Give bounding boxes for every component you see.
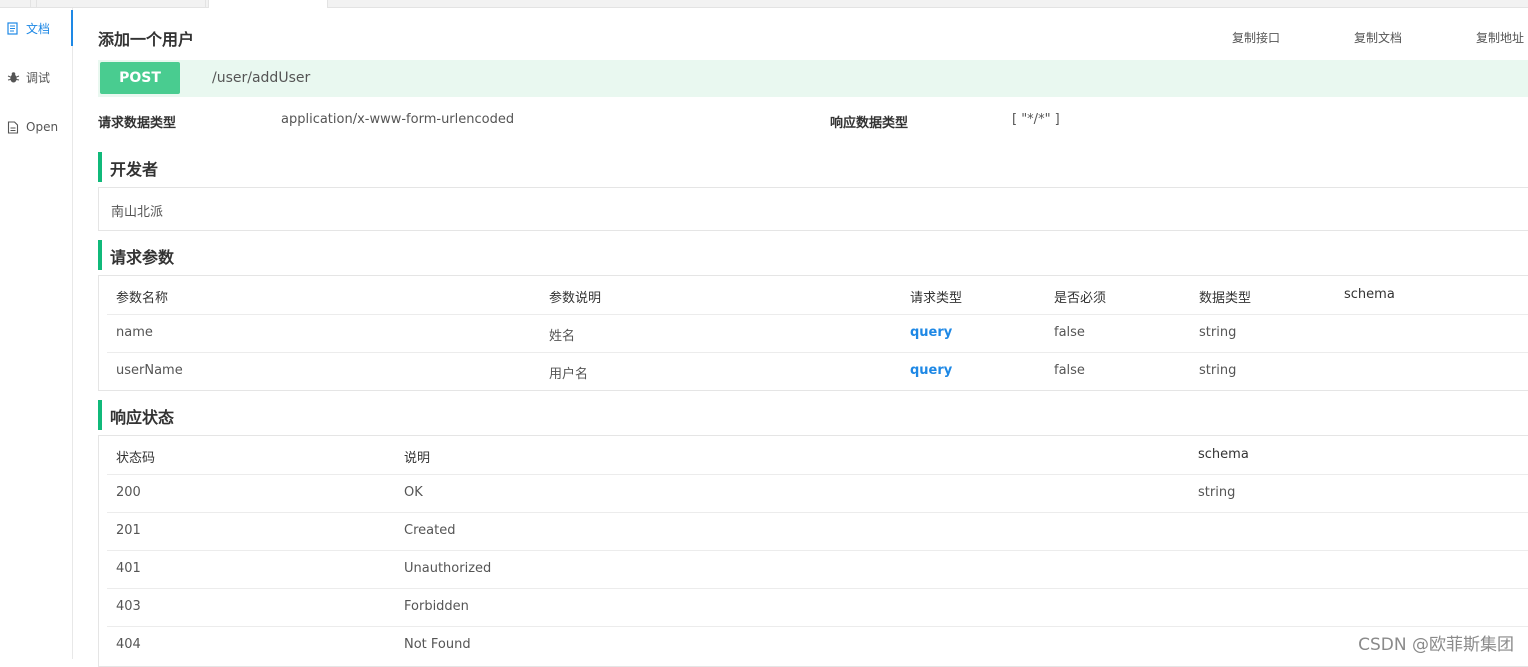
response-type-label: 响应数据类型 xyxy=(830,116,909,131)
section-response-status: 响应状态 xyxy=(98,400,174,430)
params-table: 参数名称 参数说明 请求类型 是否必须 数据类型 schema name 姓名 … xyxy=(98,275,1528,391)
table-header-cell: 参数说明 xyxy=(549,291,602,306)
sidebar-item-debug[interactable]: 调试 xyxy=(0,59,72,95)
table-row: 404 Not Found xyxy=(107,626,1528,664)
sidebar: 文档 调试 Open xyxy=(0,8,73,659)
watermark: CSDN @欧菲斯集团 xyxy=(1358,635,1514,655)
bug-icon xyxy=(6,70,20,84)
section-developer: 开发者 xyxy=(98,152,158,182)
sidebar-item-label: Open xyxy=(26,120,59,134)
tab-stub[interactable] xyxy=(0,0,31,7)
table-row: userName 用户名 query false string xyxy=(107,352,1528,390)
endpoint-path: /user/addUser xyxy=(212,70,311,86)
sidebar-item-docs[interactable]: 文档 xyxy=(0,10,73,46)
table-cell: name xyxy=(116,325,153,340)
table-header-cell: 参数名称 xyxy=(116,291,169,306)
top-tab-strip xyxy=(0,0,1528,8)
table-row: 200 OK string xyxy=(107,474,1528,513)
response-type-value: [ "*/*" ] xyxy=(1012,112,1060,127)
table-cell: 201 xyxy=(116,523,141,538)
table-row: 401 Unauthorized xyxy=(107,550,1528,589)
table-header-cell: 请求类型 xyxy=(910,291,963,306)
sidebar-item-open[interactable]: Open xyxy=(0,109,72,145)
table-header-cell: 是否必须 xyxy=(1054,291,1107,306)
request-type-value: application/x-www-form-urlencoded xyxy=(281,112,515,127)
table-header-cell: schema xyxy=(1198,447,1249,462)
table-cell: userName xyxy=(116,363,183,378)
copy-doc-button[interactable]: 复制文档 xyxy=(1354,29,1402,46)
table-cell: 403 xyxy=(116,599,141,614)
table-cell: string xyxy=(1198,485,1236,500)
responses-table: 状态码 说明 schema 200 OK string 201 Created … xyxy=(98,435,1528,667)
developer-name: 南山北派 xyxy=(111,205,164,220)
tab-active-stub[interactable] xyxy=(208,0,328,8)
table-header-cell: 说明 xyxy=(404,451,431,466)
table-header-cell: 状态码 xyxy=(116,451,156,466)
table-cell: false xyxy=(1054,363,1085,378)
section-title: 开发者 xyxy=(110,160,159,179)
section-request-params: 请求参数 xyxy=(98,240,174,270)
table-cell: Unauthorized xyxy=(404,561,492,576)
http-method-badge: POST xyxy=(100,62,180,94)
table-cell: string xyxy=(1199,363,1237,378)
table-cell: 用户名 xyxy=(549,367,589,382)
section-title: 请求参数 xyxy=(110,248,175,267)
table-header-cell: 数据类型 xyxy=(1199,291,1252,306)
endpoint-bar: POST /user/addUser xyxy=(98,60,1528,97)
table-header-row: 参数名称 参数说明 请求类型 是否必须 数据类型 schema xyxy=(107,276,1528,315)
table-cell: 姓名 xyxy=(549,329,576,344)
param-type-link[interactable]: query xyxy=(910,363,952,378)
copy-url-button[interactable]: 复制地址 xyxy=(1476,29,1524,46)
table-row: name 姓名 query false string xyxy=(107,314,1528,353)
sidebar-item-label: 文档 xyxy=(26,21,51,36)
table-header-row: 状态码 说明 schema xyxy=(107,436,1528,475)
sidebar-item-label: 调试 xyxy=(26,70,51,85)
table-cell: Forbidden xyxy=(404,599,469,614)
document-icon xyxy=(6,21,20,35)
section-title: 响应状态 xyxy=(110,408,175,427)
table-cell: 401 xyxy=(116,561,141,576)
developer-box: 南山北派 xyxy=(98,187,1528,231)
file-icon xyxy=(6,120,20,134)
page-title: 添加一个用户 xyxy=(98,30,195,49)
table-cell: 404 xyxy=(116,637,141,652)
table-row: 201 Created xyxy=(107,512,1528,551)
table-cell: Created xyxy=(404,523,456,538)
table-row: 403 Forbidden xyxy=(107,588,1528,627)
table-cell: OK xyxy=(404,485,423,500)
tab-stub[interactable] xyxy=(36,0,206,7)
table-cell: Not Found xyxy=(404,637,471,652)
table-cell: 200 xyxy=(116,485,141,500)
table-cell: string xyxy=(1199,325,1237,340)
param-type-link[interactable]: query xyxy=(910,325,952,340)
request-type-label: 请求数据类型 xyxy=(98,116,177,131)
table-cell: false xyxy=(1054,325,1085,340)
table-header-cell: schema xyxy=(1344,287,1395,302)
copy-interface-button[interactable]: 复制接口 xyxy=(1232,29,1280,46)
